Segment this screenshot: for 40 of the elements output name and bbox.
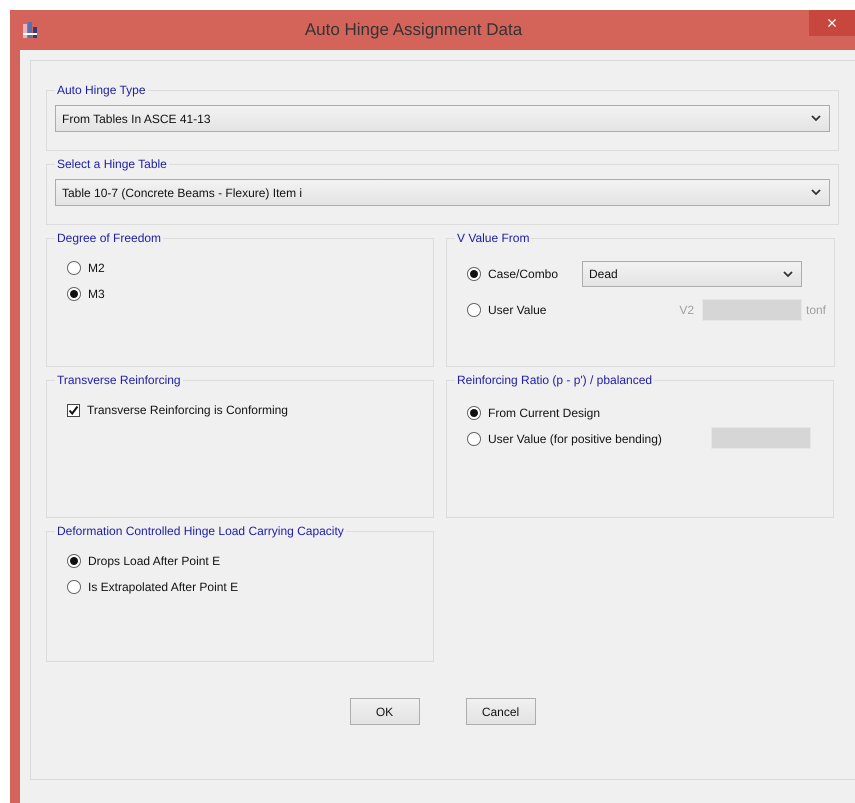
window-title: Auto Hinge Assignment Data <box>304 20 524 40</box>
option-label[interactable]: User Value <box>488 303 546 317</box>
chevron-icon <box>783 270 793 278</box>
option-label[interactable]: Is Extrapolated After Point E <box>88 580 238 594</box>
checkmark-icon <box>68 404 79 416</box>
option-label[interactable]: Case/Combo <box>488 267 558 281</box>
dropdown[interactable]: Dead <box>582 261 802 287</box>
unit-label: tonf <box>806 303 826 317</box>
group-title: Deformation Controlled Hinge Load Carrying Capacity <box>56 524 345 538</box>
group-title: V Value From <box>456 231 530 245</box>
radio-button[interactable] <box>67 287 81 301</box>
radio-button[interactable] <box>67 261 81 275</box>
option-label[interactable]: User Value (for positive bending) <box>488 432 662 446</box>
group-title: Auto Hinge Type <box>56 83 147 97</box>
radio-button[interactable] <box>67 554 81 568</box>
group-title: Degree of Freedom <box>56 231 162 245</box>
input-field[interactable] <box>702 299 802 321</box>
chevron-icon <box>811 115 821 122</box>
group-title: Transverse Reinforcing <box>56 373 182 387</box>
app-icon <box>22 21 38 39</box>
chevron-icon <box>811 189 821 196</box>
option-label[interactable]: From Current Design <box>488 406 600 420</box>
close-button[interactable]: × <box>809 10 855 36</box>
radio-button[interactable] <box>467 267 481 281</box>
option-label[interactable]: Drops Load After Point E <box>88 554 220 568</box>
radio-button[interactable] <box>467 406 481 420</box>
group-title: Reinforcing Ratio (p - p') / pbalanced <box>456 373 654 387</box>
checkbox-label[interactable]: Transverse Reinforcing is Conforming <box>87 403 288 417</box>
dropdown[interactable]: From Tables In ASCE 41-13 <box>55 105 830 132</box>
option-label[interactable]: M3 <box>88 287 105 301</box>
field-label: V2 <box>679 303 694 317</box>
radio-button[interactable] <box>67 580 81 594</box>
dialog-button[interactable]: Cancel <box>466 698 536 725</box>
dropdown[interactable]: Table 10-7 (Concrete Beams - Flexure) Item i <box>55 179 830 206</box>
group-title: Select a Hinge Table <box>56 157 168 171</box>
option-label[interactable]: M2 <box>88 261 105 275</box>
dialog-button[interactable]: OK <box>350 698 420 725</box>
radio-button[interactable] <box>467 303 481 317</box>
radio-button[interactable] <box>467 432 481 446</box>
checkbox[interactable] <box>67 404 80 416</box>
